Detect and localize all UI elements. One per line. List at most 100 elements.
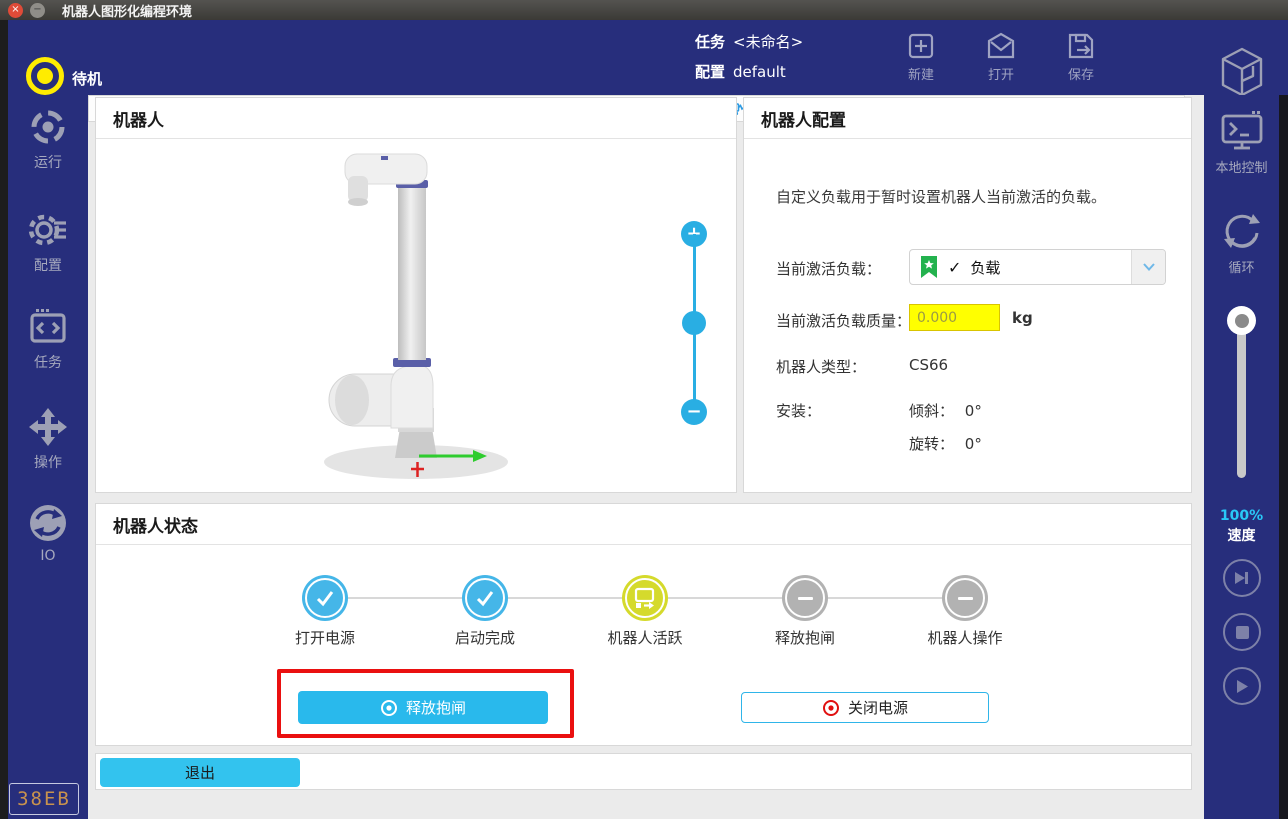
robot-type-label: 机器人类型： (776, 356, 866, 377)
loop-icon (1219, 210, 1265, 252)
config-value: default (733, 63, 786, 81)
local-control-label: 本地控制 (1215, 157, 1267, 176)
active-payload-label: 当前激活负载： (776, 258, 881, 279)
sidebar-item-run-label: 运行 (34, 152, 62, 172)
power-off-button[interactable]: 关闭电源 (741, 692, 989, 723)
task-label: 任务 (695, 31, 733, 52)
mount-label: 安装： (776, 400, 821, 421)
loop-button[interactable]: 循环 (1204, 210, 1279, 276)
payload-mass-input[interactable]: 0.000 (909, 304, 1000, 331)
payload-bookmark-icon (920, 255, 938, 279)
stop-icon (1236, 626, 1249, 639)
open-task-label: 打开 (971, 64, 1031, 83)
window-title: 机器人图形化编程环境 (62, 1, 192, 20)
speed-slider-track[interactable] (1237, 320, 1246, 478)
local-control-button[interactable]: 本地控制 (1204, 110, 1279, 176)
step-label-startup-done: 启动完成 (415, 627, 555, 648)
step-forward-icon (1234, 571, 1250, 585)
stop-button[interactable] (1223, 613, 1261, 651)
step-power-on (302, 575, 348, 621)
new-task-label: 新建 (891, 64, 951, 83)
mount-rotate-row: 旋转： 0° (909, 433, 982, 454)
sidebar-item-operate[interactable]: 操作 (8, 407, 88, 472)
move-arrows-icon (28, 407, 68, 447)
task-config-block: 任务 <未命名> 配置 default (695, 29, 803, 89)
run-icon (28, 107, 68, 147)
robot-config-panel: 机器人配置 自定义负载用于暂时设置机器人当前激活的负载。 当前激活负载： ✓ 负… (743, 97, 1192, 493)
play-button[interactable] (1223, 667, 1261, 705)
terminal-icon (1219, 110, 1265, 152)
window-titlebar: × − 机器人图形化编程环境 (0, 0, 1288, 20)
robot-active-icon (633, 586, 657, 610)
new-file-icon (905, 31, 937, 61)
save-icon (1065, 31, 1097, 61)
play-icon (1236, 679, 1249, 694)
power-off-label: 关闭电源 (848, 697, 908, 718)
robot-status-title: 机器人状态 (96, 504, 1191, 545)
sidebar-item-task[interactable]: 任务 (8, 307, 88, 372)
step-robot-operate (942, 575, 988, 621)
sidebar-item-config-label: 配置 (34, 255, 62, 275)
robot-panel-title: 机器人 (96, 98, 736, 139)
release-brake-label: 释放抱闸 (406, 697, 466, 718)
exit-button[interactable]: 退出 (100, 758, 300, 787)
check-icon (474, 587, 496, 609)
speed-percent: 100% (1204, 508, 1279, 524)
window-minimize-button[interactable]: − (30, 3, 45, 18)
gear-icon (28, 210, 68, 250)
save-task-label: 保存 (1051, 64, 1111, 83)
robot-3d-view[interactable] (321, 146, 511, 484)
robot-state-icon (26, 57, 64, 95)
rotate-value: 0° (965, 435, 982, 453)
step-label-release-brake: 释放抱闸 (735, 627, 875, 648)
zoom-slider-knob[interactable] (682, 311, 706, 335)
chevron-down-icon[interactable] (1131, 250, 1165, 284)
loop-label: 循环 (1228, 257, 1254, 276)
step-label-power-on: 打开电源 (255, 627, 395, 648)
zoom-out-button[interactable]: − (681, 399, 707, 425)
code-window-icon (28, 307, 68, 347)
robot-config-title: 机器人配置 (744, 98, 1191, 139)
main-content: 机器人 + − (88, 95, 1204, 819)
top-header: 待机 任务 <未命名> 配置 default 新建 打开 (0, 20, 1288, 95)
step-release-brake (782, 575, 828, 621)
release-brake-button[interactable]: 释放抱闸 (298, 691, 548, 724)
step-forward-button[interactable] (1223, 559, 1261, 597)
sidebar-item-run[interactable]: 运行 (8, 107, 88, 172)
sidebar-item-io[interactable]: IO (8, 503, 88, 564)
active-payload-value: 负载 (970, 257, 1000, 278)
check-icon (314, 587, 336, 609)
save-task-button[interactable]: 保存 (1051, 31, 1111, 83)
step-robot-active (622, 575, 668, 621)
io-sync-icon (28, 503, 68, 543)
new-task-button[interactable]: 新建 (891, 31, 951, 83)
record-circle-icon (380, 699, 398, 717)
rotate-label: 旋转： (909, 435, 954, 453)
right-sidebar: 本地控制 循环 100% 速度 (1204, 95, 1279, 819)
left-sidebar: 运行 配置 任务 (8, 95, 88, 819)
open-task-button[interactable]: 打开 (971, 31, 1031, 83)
app-logo-cube-icon (1218, 46, 1266, 102)
config-row: 配置 default (695, 59, 803, 84)
active-payload-dropdown[interactable]: ✓ 负载 (909, 249, 1166, 285)
record-circle-red-icon (822, 699, 840, 717)
payload-check-icon: ✓ (948, 258, 961, 277)
step-label-robot-operate: 机器人操作 (895, 627, 1035, 648)
tilt-label: 倾斜： (909, 402, 954, 420)
config-label: 配置 (695, 61, 733, 82)
step-startup-done (462, 575, 508, 621)
sidebar-item-task-label: 任务 (34, 352, 62, 372)
speed-label: 速度 (1204, 525, 1279, 545)
sidebar-item-io-label: IO (40, 548, 55, 564)
window-close-button[interactable]: × (8, 3, 23, 18)
payload-description: 自定义负载用于暂时设置机器人当前激活的负载。 (776, 186, 1106, 207)
right-edge-strip (1279, 95, 1288, 819)
speed-slider-knob[interactable] (1227, 306, 1256, 335)
sidebar-item-config[interactable]: 配置 (8, 210, 88, 275)
task-value: <未命名> (733, 31, 803, 52)
robot-panel: 机器人 + − (95, 97, 737, 493)
robot-status-panel: 机器人状态 打开电源 启动完成 机器人活跃 释放抱闸 (95, 503, 1192, 746)
status-code-badge: 38EB (9, 783, 79, 815)
dash-icon (798, 597, 813, 600)
robot-type-value: CS66 (909, 356, 948, 374)
